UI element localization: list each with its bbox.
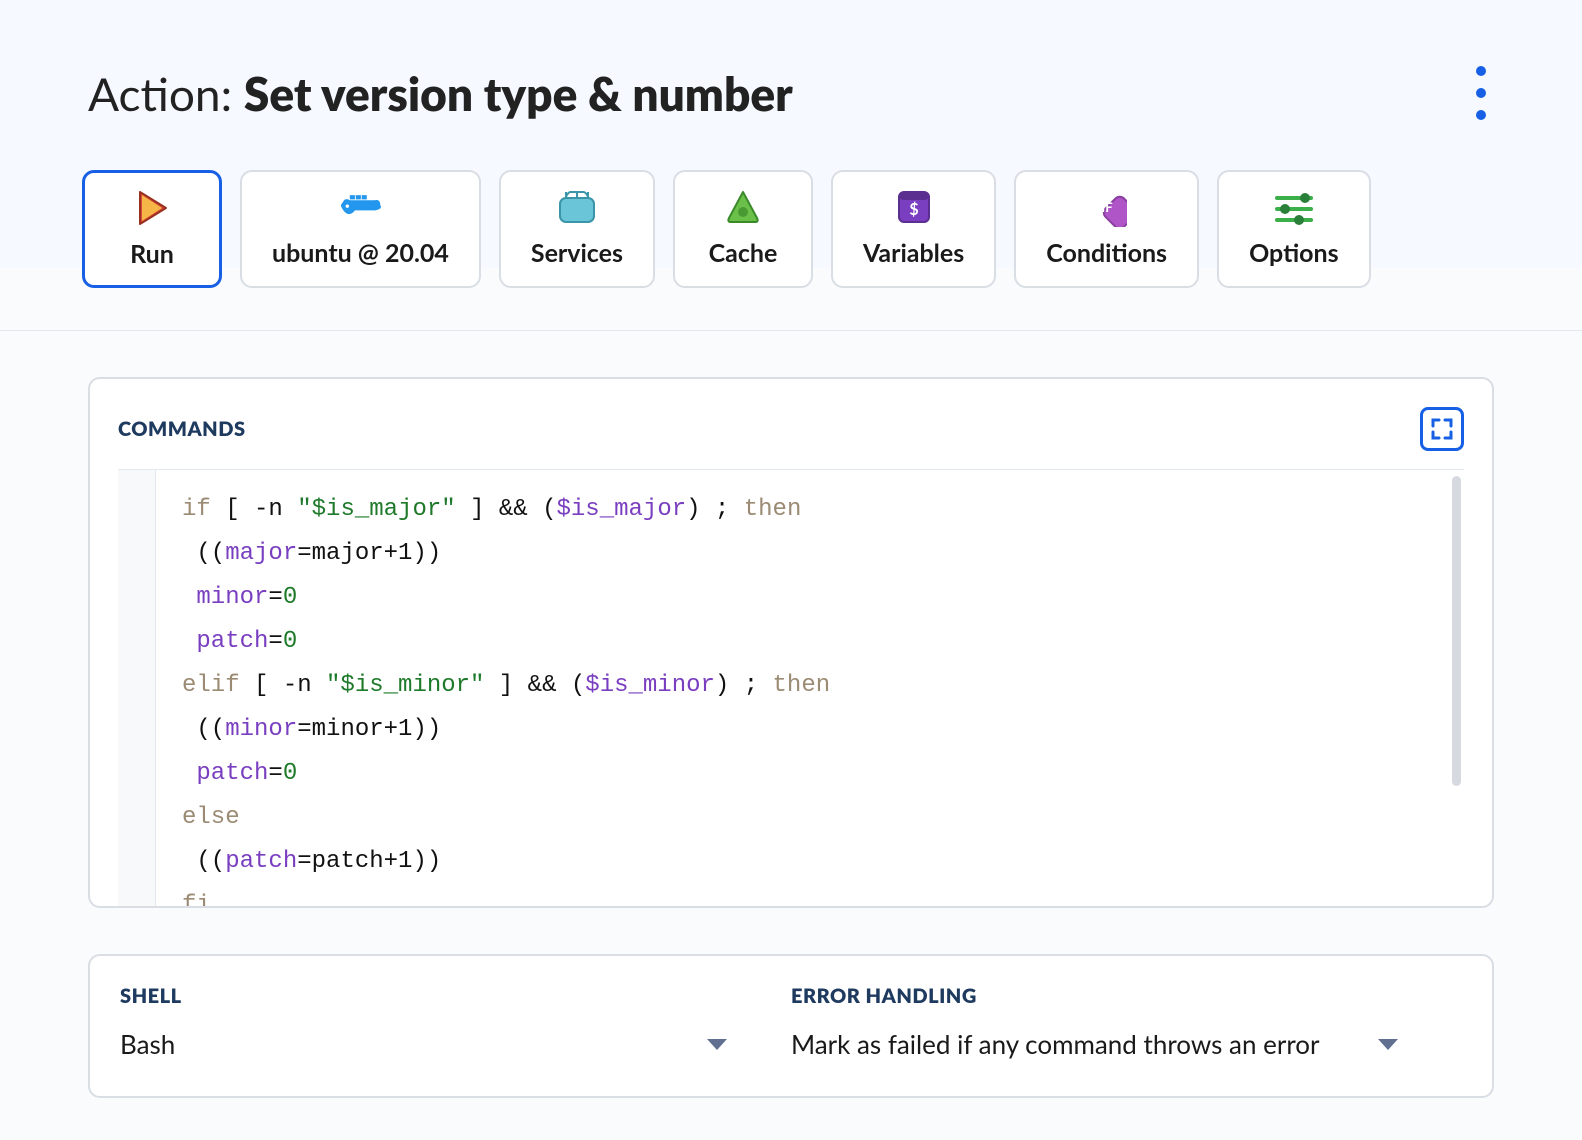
scrollbar[interactable]	[1452, 476, 1461, 786]
tab-run-label: Run	[130, 239, 174, 269]
commands-card: COMMANDS if [ -n "$is_major" ] && ($is_m…	[88, 377, 1494, 908]
cache-icon	[721, 186, 765, 228]
error-handling-field: ERROR HANDLING Mark as failed if any com…	[791, 984, 1462, 1060]
tab-variables-label: Variables	[863, 238, 964, 268]
error-handling-label: ERROR HANDLING	[791, 984, 1462, 1008]
shell-select[interactable]: Bash	[120, 1028, 791, 1060]
more-menu-button[interactable]	[1468, 58, 1494, 128]
title-prefix: Action:	[88, 66, 244, 121]
chevron-down-icon	[1378, 1039, 1398, 1050]
tab-variables[interactable]: $ Variables	[831, 170, 996, 288]
error-handling-select[interactable]: Mark as failed if any command throws an …	[791, 1028, 1462, 1060]
conditions-icon: IF	[1085, 186, 1129, 228]
shell-label: SHELL	[120, 984, 791, 1008]
svg-text:IF: IF	[1101, 199, 1112, 215]
page-title: Action: Set version type & number	[88, 66, 793, 121]
svg-text:$: $	[909, 200, 918, 219]
shell-field: SHELL Bash	[120, 984, 791, 1060]
commands-title: COMMANDS	[118, 417, 246, 441]
expand-button[interactable]	[1420, 407, 1464, 451]
tab-cache[interactable]: Cache	[673, 170, 813, 288]
shell-value: Bash	[120, 1028, 175, 1060]
options-icon	[1272, 186, 1316, 228]
error-handling-value: Mark as failed if any command throws an …	[791, 1028, 1319, 1060]
expand-icon	[1431, 418, 1453, 440]
services-icon	[555, 186, 599, 228]
tab-options-label: Options	[1249, 238, 1339, 268]
title-name: Set version type & number	[244, 66, 793, 121]
tab-services-label: Services	[531, 238, 623, 268]
code-content[interactable]: if [ -n "$is_major" ] && ($is_major) ; t…	[156, 470, 1464, 906]
code-editor[interactable]: if [ -n "$is_major" ] && ($is_major) ; t…	[118, 469, 1464, 906]
tab-run[interactable]: Run	[82, 170, 222, 288]
tab-image-label: ubuntu @ 20.04	[272, 238, 449, 268]
play-icon	[130, 187, 174, 229]
tab-conditions[interactable]: IF Conditions	[1014, 170, 1199, 288]
tabs-row: Run ubuntu @ 20.04 Services Cache $ Vari…	[0, 128, 1582, 288]
chevron-down-icon	[707, 1039, 727, 1050]
tab-conditions-label: Conditions	[1046, 238, 1167, 268]
tab-image[interactable]: ubuntu @ 20.04	[240, 170, 481, 288]
variables-icon: $	[892, 186, 936, 228]
tab-services[interactable]: Services	[499, 170, 655, 288]
tab-options[interactable]: Options	[1217, 170, 1371, 288]
docker-icon	[338, 186, 382, 228]
code-gutter	[118, 470, 156, 906]
tab-cache-label: Cache	[709, 238, 778, 268]
